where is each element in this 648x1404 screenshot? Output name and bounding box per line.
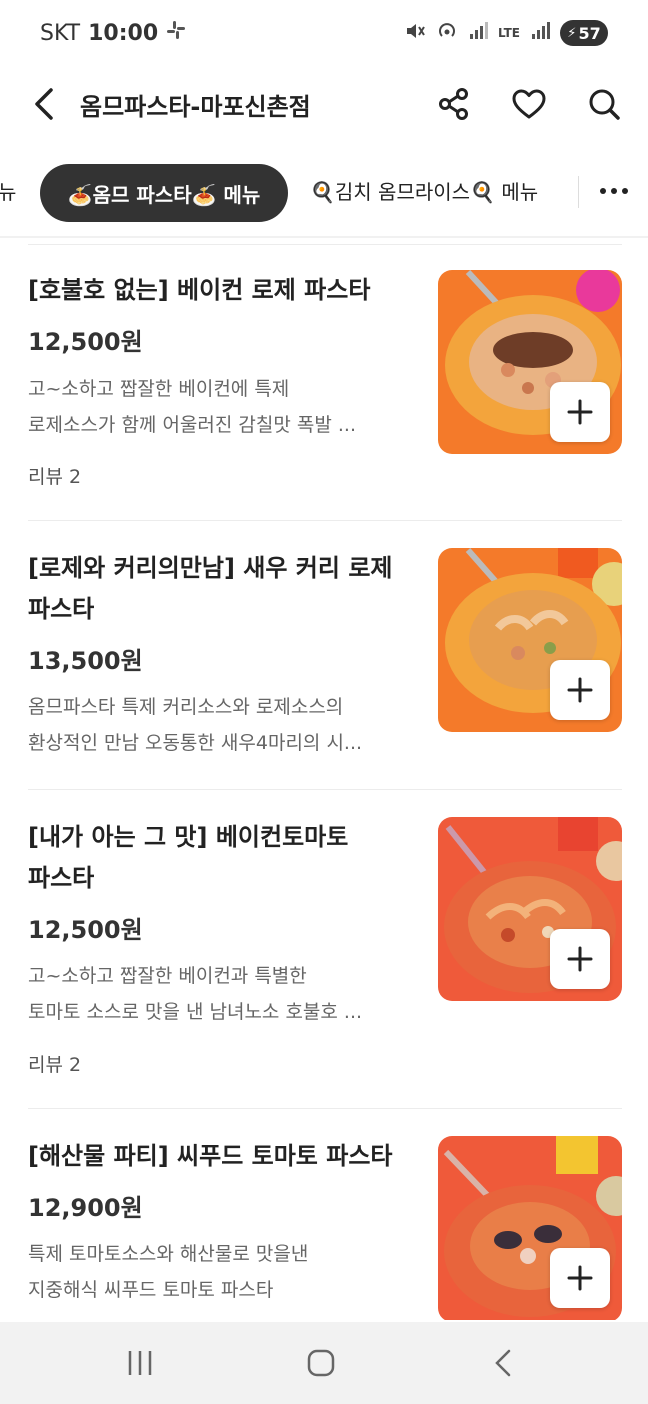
carrier-label: SKT: [40, 20, 81, 46]
home-icon: [307, 1349, 335, 1377]
list-top-divider: [28, 244, 622, 245]
back-chevron-icon: [495, 1349, 511, 1377]
page-title: 옴므파스타-마포신촌점: [80, 93, 311, 121]
category-tabs: 뉴 🍝옴므 파스타🍝 메뉴 🍳김치 옴므라이스🍳 메뉴: [0, 160, 648, 226]
menu-item-name-line: 파스타: [28, 595, 95, 623]
menu-item-description: 특제 토마토소스와 해산물로 맛을낸 지중해식 씨푸드 토마토 파스타: [28, 1236, 408, 1308]
more-dot: [611, 188, 617, 194]
menu-item-price: 13,500원: [28, 647, 143, 675]
battery-indicator: ⚡ 57: [560, 20, 608, 46]
menu-item-price: 12,500원: [28, 916, 143, 944]
plus-icon: [567, 399, 593, 425]
menu-item[interactable]: [호불호 없는] 베이컨 로제 파스타 12,500원 고~소하고 짭잘한 베이…: [28, 270, 622, 520]
menu-item-description: 고~소하고 짭잘한 베이컨에 특제 로제소스가 함께 어울러진 감칠맛 폭발 .…: [28, 371, 408, 443]
menu-item[interactable]: [내가 아는 그 맛] 베이컨토마토 파스타 12,500원 고~소하고 짭잘한…: [28, 817, 622, 1107]
slack-icon: [166, 20, 186, 46]
description-line: 지중해식 씨푸드 토마토 파스타: [28, 1279, 274, 1301]
review-count[interactable]: 리뷰 2: [28, 1050, 81, 1077]
plus-icon: [567, 677, 593, 703]
menu-item-name-line: 파스타: [28, 864, 95, 892]
menu-item-description: 옴므파스타 특제 커리소스와 로제소스의 환상적인 만남 오동통한 새우4마리의…: [28, 689, 408, 761]
menu-item[interactable]: [해산물 파티] 씨푸드 토마토 파스타 12,900원 특제 토마토소스와 해…: [28, 1136, 622, 1322]
share-icon: [439, 88, 468, 120]
tabs-divider: [0, 236, 648, 238]
more-tabs-button[interactable]: [592, 174, 636, 208]
status-left: SKT 10:00: [40, 20, 186, 46]
back-arrow-icon: [35, 88, 53, 120]
add-to-cart-button[interactable]: [550, 929, 610, 989]
plus-icon: [567, 946, 593, 972]
menu-item-name: [해산물 파티] 씨푸드 토마토 파스타: [28, 1136, 418, 1177]
charging-bolt-icon: ⚡: [567, 25, 577, 41]
add-to-cart-button[interactable]: [550, 382, 610, 442]
app-header: 옴므파스타-마포신촌점: [0, 70, 648, 140]
hotspot-icon: [436, 20, 458, 46]
item-divider: [28, 789, 622, 790]
system-navigation-bar: [0, 1322, 648, 1404]
menu-item-price: 12,500원: [28, 328, 143, 356]
menu-item-photo[interactable]: [438, 817, 622, 1001]
tab-previous[interactable]: 뉴: [0, 176, 16, 205]
search-icon: [589, 89, 620, 120]
menu-item-name: [내가 아는 그 맛] 베이컨토마토 파스타: [28, 817, 418, 899]
menu-item-name-line: [내가 아는 그 맛] 베이컨토마토: [28, 823, 349, 851]
back-button[interactable]: [26, 84, 62, 124]
menu-item-name-line: [호불호 없는] 베이컨 로제 파스타: [28, 276, 371, 304]
add-to-cart-button[interactable]: [550, 660, 610, 720]
menu-item-photo[interactable]: [438, 548, 622, 732]
signal-icon: [468, 21, 488, 45]
signal-icon-2: [530, 21, 550, 45]
system-back-button[interactable]: [478, 1342, 528, 1384]
heart-icon: [512, 89, 546, 119]
tab-omme-pasta[interactable]: 🍝옴므 파스타🍝 메뉴: [40, 164, 288, 222]
mute-icon: [404, 20, 426, 46]
share-button[interactable]: [434, 84, 474, 124]
more-dot: [622, 188, 628, 194]
more-dots-icon: [600, 188, 606, 194]
search-button[interactable]: [584, 84, 624, 124]
menu-item-price: 12,900원: [28, 1194, 143, 1222]
menu-item-photo[interactable]: [438, 1136, 622, 1322]
item-divider: [28, 520, 622, 521]
review-count[interactable]: 리뷰 2: [28, 462, 81, 489]
favorite-button[interactable]: [509, 84, 549, 124]
description-line: 옴므파스타 특제 커리소스와 로제소스의: [28, 696, 344, 718]
tab-divider: [578, 176, 579, 208]
add-to-cart-button[interactable]: [550, 1248, 610, 1308]
menu-item-name-line: [로제와 커리의만남] 새우 커리 로제: [28, 554, 393, 582]
item-divider: [28, 1108, 622, 1109]
description-line: 토마토 소스로 맛을 낸 남녀노소 호불호 ...: [28, 1001, 363, 1023]
recent-apps-icon: [128, 1351, 152, 1375]
description-line: 고~소하고 짭잘한 베이컨에 특제: [28, 378, 290, 400]
home-button[interactable]: [296, 1342, 346, 1384]
menu-item-name: [호불호 없는] 베이컨 로제 파스타: [28, 270, 418, 311]
description-line: 로제소스가 함께 어울러진 감칠맛 폭발 ...: [28, 414, 356, 436]
description-line: 환상적인 만남 오동통한 새우4마리의 시...: [28, 732, 363, 754]
menu-item-name: [로제와 커리의만남] 새우 커리 로제 파스타: [28, 548, 418, 630]
description-line: 특제 토마토소스와 해산물로 맛을낸: [28, 1243, 309, 1265]
menu-item[interactable]: [로제와 커리의만남] 새우 커리 로제 파스타 13,500원 옴므파스타 특…: [28, 548, 622, 788]
clock: 10:00: [88, 20, 159, 46]
menu-item-description: 고~소하고 짭잘한 베이컨과 특별한 토마토 소스로 맛을 낸 남녀노소 호불호…: [28, 958, 408, 1030]
tab-kimchi-omurice[interactable]: 🍳김치 옴므라이스🍳 메뉴: [310, 176, 538, 205]
status-right: LTE ⚡ 57: [404, 20, 608, 46]
plus-icon: [567, 1265, 593, 1291]
menu-item-photo[interactable]: [438, 270, 622, 454]
network-type-label: LTE: [497, 26, 520, 40]
description-line: 고~소하고 짭잘한 베이컨과 특별한: [28, 965, 307, 987]
menu-item-name-line: [해산물 파티] 씨푸드 토마토 파스타: [28, 1142, 393, 1170]
battery-level: 57: [578, 23, 601, 43]
recent-apps-button[interactable]: [115, 1342, 165, 1384]
status-bar: SKT 10:00 LTE ⚡ 57: [0, 0, 648, 70]
